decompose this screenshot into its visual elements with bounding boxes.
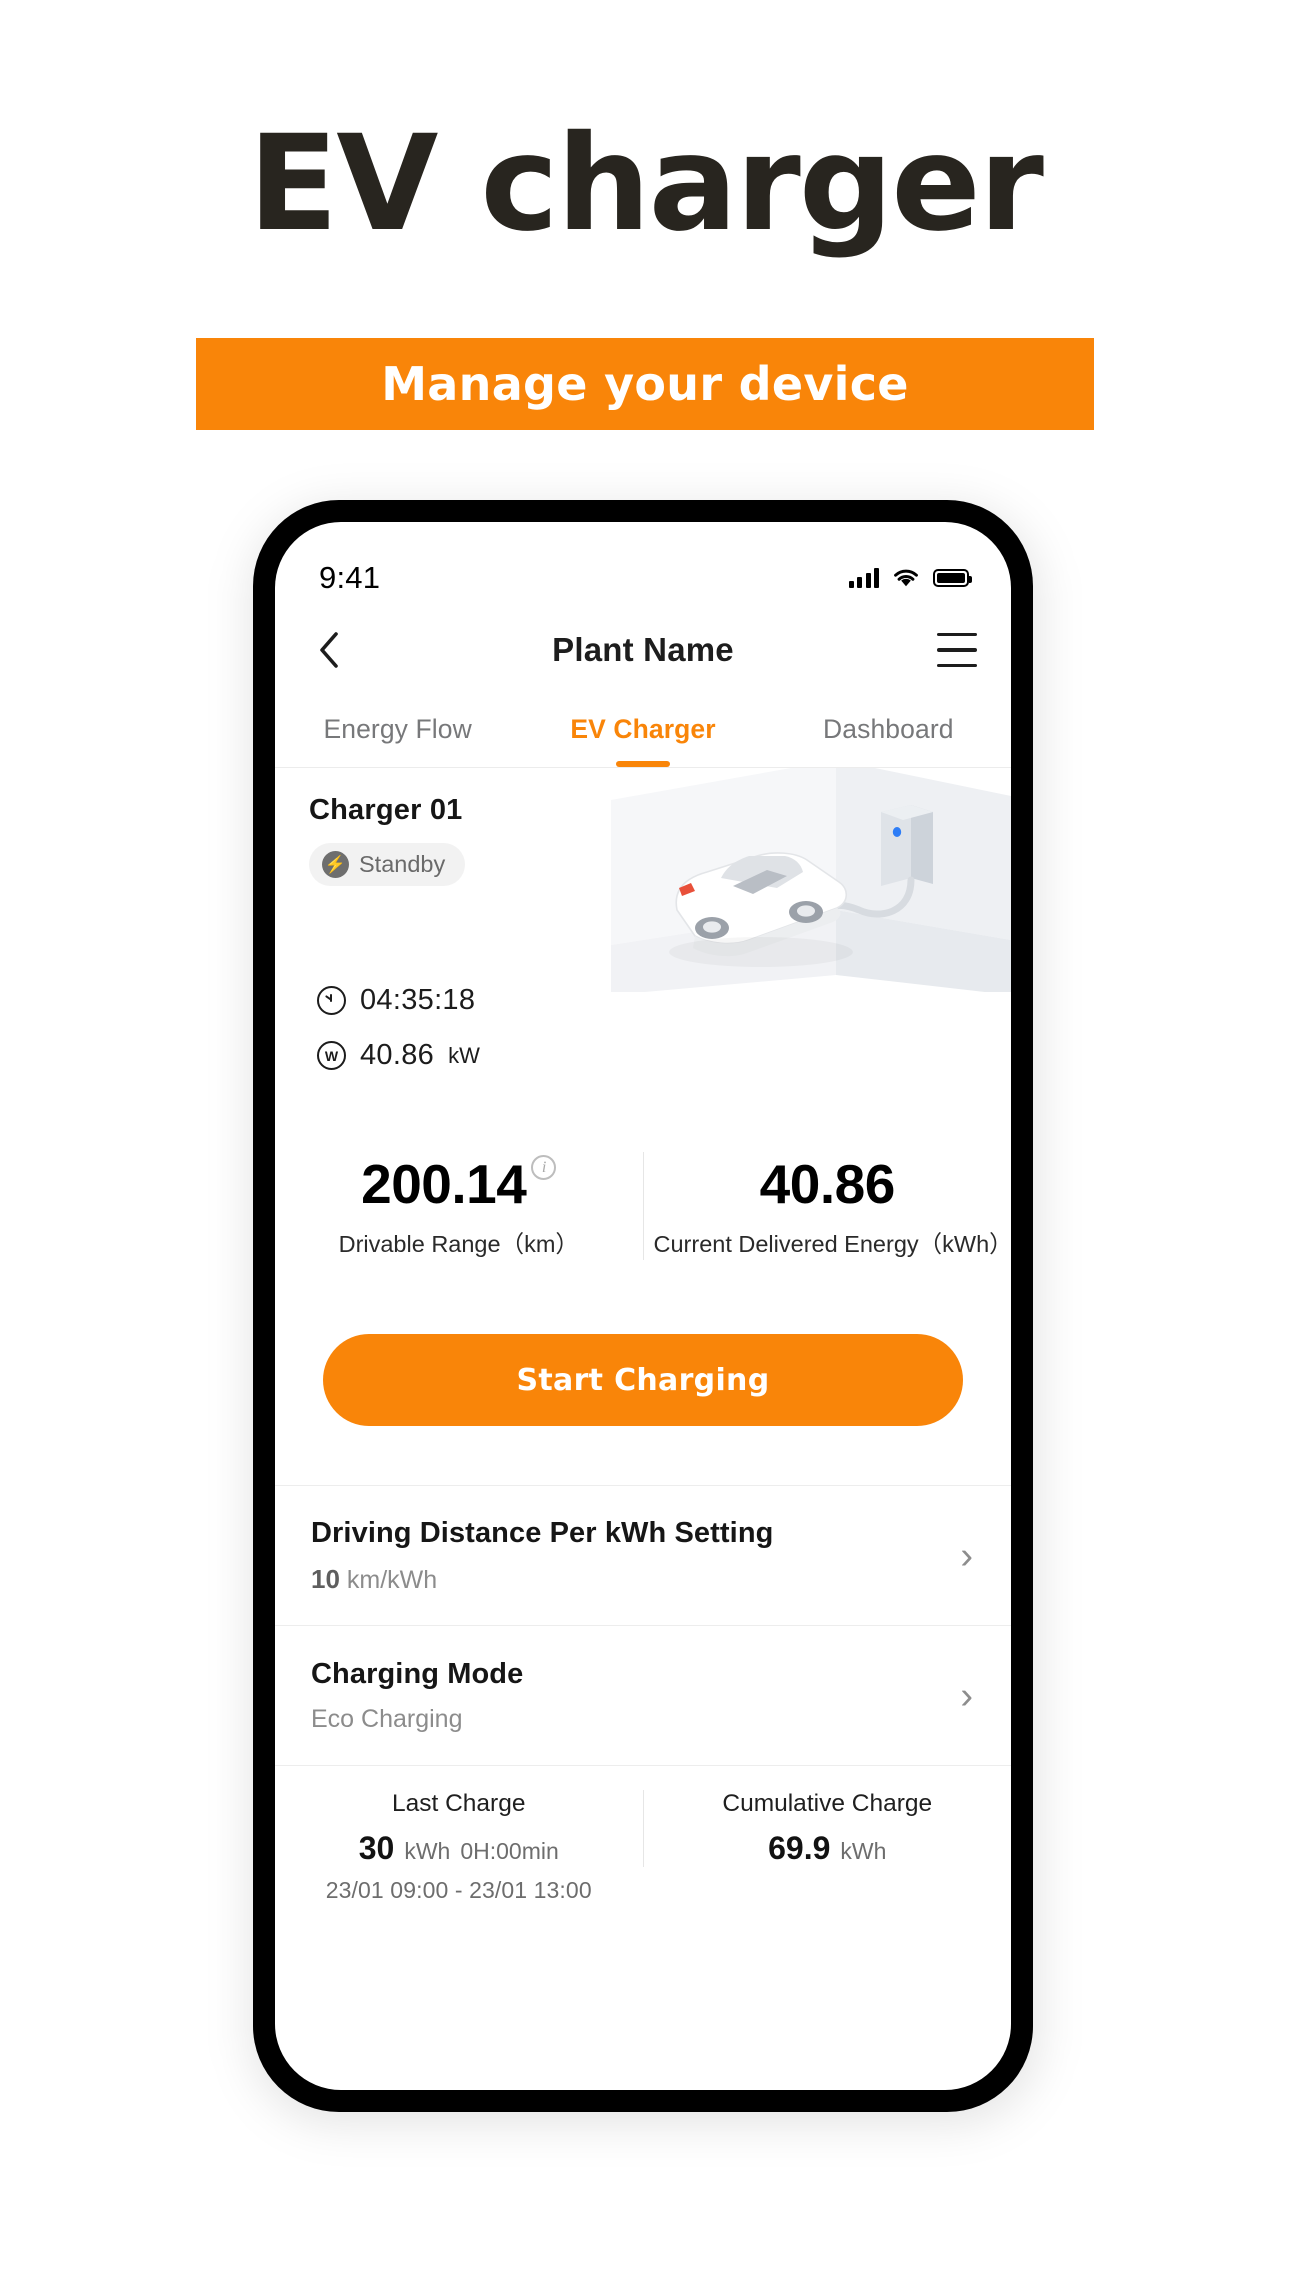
cumulative-charge-line: 69.9 kWh [650,1830,1006,1867]
summary-cumulative-charge: Cumulative Charge 69.9 kWh [642,1790,1012,1867]
summary-last-charge: Last Charge 30 kWh 0H:00min 23/01 09:00 … [275,1790,643,1904]
last-charge-unit: kWh [404,1838,451,1864]
tab-energy-flow[interactable]: Energy Flow [275,692,520,767]
setting-driving-distance-unit: km/kWh [346,1565,438,1594]
wifi-icon [894,569,918,587]
stats-row: 200.14 i Drivable Range（km） 40.86 Curren… [275,1152,1011,1260]
setting-driving-distance-number: 10 [311,1563,340,1594]
cumulative-charge-title: Cumulative Charge [722,1790,933,1817]
stat-drivable-range: 200.14 i Drivable Range（km） [275,1152,643,1260]
charging-power-row: W 40.86 kW [317,1039,480,1072]
drivable-range-value-wrap: 200.14 i [361,1152,557,1216]
status-time: 9:41 [319,560,381,595]
promo-page: EV charger Manage your device 9:41 Plant… [0,0,1290,2292]
delivered-energy-value-wrap: 40.86 [759,1152,896,1216]
cumulative-charge-unit: kWh [840,1838,887,1864]
ev-charging-illustration [611,768,1011,992]
setting-driving-distance-title: Driving Distance Per kWh Setting [311,1516,774,1549]
setting-charging-mode-main: Charging Mode Eco Charging [311,1658,523,1734]
chevron-left-icon[interactable] [309,630,349,670]
promo-banner-text: Manage your device [381,357,909,411]
charger-info: Charger 01 ⚡ Standby [309,794,466,886]
signal-bars-icon [848,568,879,588]
info-circle-icon[interactable]: i [531,1155,557,1180]
setting-charging-mode-title: Charging Mode [311,1657,524,1690]
clock-icon [317,986,346,1015]
charger-name: Charger 01 [309,794,463,826]
watt-circle-icon: W [317,1041,346,1070]
charging-duration-value: 04:35:18 [360,984,476,1016]
setting-row-charging-mode[interactable]: Charging Mode Eco Charging › [275,1625,1011,1765]
last-charge-duration: 0H:00min [460,1838,559,1864]
drivable-range-value: 200.14 [361,1153,527,1215]
nav-title: Plant Name [552,631,734,668]
phone-frame: 9:41 Plant Name Energy Flow EV Charger D… [253,500,1033,2112]
last-charge-line: 30 kWh 0H:00min [281,1830,637,1867]
chevron-right-icon[interactable]: › [960,1677,973,1715]
last-charge-range: 23/01 09:00 - 23/01 13:00 [325,1877,592,1903]
battery-full-icon [933,569,972,587]
charger-meta: 04:35:18 W 40.86 kW [317,984,480,1094]
setting-row-driving-distance[interactable]: Driving Distance Per kWh Setting 10 km/k… [275,1485,1011,1625]
drivable-range-label: Drivable Range（km） [338,1231,579,1257]
setting-charging-mode-value: Eco Charging [311,1704,463,1733]
status-badge: ⚡ Standby [309,843,466,886]
hamburger-menu-icon[interactable] [936,633,977,667]
page-title: EV charger [248,107,1044,261]
cumulative-charge-amount: 69.9 [768,1830,831,1866]
delivered-energy-label: Current Delivered Energy（kWh） [653,1231,1012,1257]
status-badge-label: Standby [359,851,446,877]
charging-power-unit: kW [448,1042,480,1068]
setting-driving-distance-value: 10 km/kWh [311,1564,773,1595]
stat-delivered-energy: 40.86 Current Delivered Energy（kWh） [642,1152,1012,1260]
charging-power-value: 40.86 [360,1039,435,1071]
start-charging-button[interactable]: Start Charging [323,1334,963,1426]
phone-screen: 9:41 Plant Name Energy Flow EV Charger D… [275,522,1011,2090]
charge-summary: Last Charge 30 kWh 0H:00min 23/01 09:00 … [275,1765,1011,1925]
last-charge-amount: 30 [358,1830,395,1866]
delivered-energy-value: 40.86 [759,1153,896,1215]
lightning-bolt-icon: ⚡ [322,851,349,878]
tab-dashboard[interactable]: Dashboard [766,692,1011,767]
status-bar: 9:41 [275,522,1011,608]
setting-driving-distance-main: Driving Distance Per kWh Setting 10 km/k… [311,1517,773,1595]
promo-banner: Manage your device [196,338,1094,430]
tab-bar: Energy Flow EV Charger Dashboard [275,692,1011,768]
status-icons [848,568,972,588]
nav-bar: Plant Name [275,608,1011,692]
tab-ev-charger[interactable]: EV Charger [520,692,765,767]
last-charge-title: Last Charge [392,1790,526,1817]
charging-duration-row: 04:35:18 [317,984,480,1017]
chevron-right-icon[interactable]: › [960,1537,973,1575]
charger-hero: Charger 01 ⚡ Standby [275,768,1011,992]
